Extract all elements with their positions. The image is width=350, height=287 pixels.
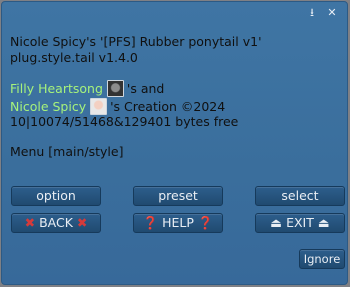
credits-line-1: Filly Heartsong 's and [10, 80, 164, 97]
question-icon: ❓ [197, 215, 214, 230]
credits-suffix-1: 's and [126, 81, 165, 96]
help-label: HELP [162, 215, 194, 230]
avatar-icon [90, 98, 108, 115]
dialog-title-line: Nicole Spicy's '[PFS] Rubber ponytail v1… [10, 34, 262, 49]
x-icon: ✖ [24, 215, 36, 230]
close-icon[interactable]: ✕ [325, 6, 339, 20]
back-button[interactable]: ✖ BACK ✖ [11, 213, 101, 233]
author-link-filly[interactable]: Filly Heartsong [10, 81, 103, 96]
script-dialog: ⭳ ✕ Nicole Spicy's '[PFS] Rubber ponytai… [1, 1, 348, 285]
credits-suffix-2: 's Creation ©2024 [110, 99, 226, 114]
memory-status: 10|10074/51468&129401 bytes free [10, 114, 239, 129]
exit-label: EXIT [286, 215, 314, 230]
menu-path: Menu [main/style] [10, 144, 124, 159]
credits-line-2: Nicole Spicy 's Creation ©2024 [10, 98, 225, 115]
exit-button[interactable]: ⏏ EXIT ⏏ [255, 213, 345, 233]
download-icon[interactable]: ⭳ [305, 6, 319, 20]
preset-button[interactable]: preset [133, 186, 223, 206]
select-button[interactable]: select [255, 186, 345, 206]
ignore-button[interactable]: Ignore [299, 249, 345, 269]
x-icon: ✖ [76, 215, 88, 230]
option-button[interactable]: option [11, 186, 101, 206]
question-icon: ❓ [142, 215, 159, 230]
author-link-nicole[interactable]: Nicole Spicy [10, 99, 86, 114]
eject-icon: ⏏ [317, 215, 330, 230]
window-controls: ⭳ ✕ [305, 6, 339, 20]
eject-icon: ⏏ [270, 215, 283, 230]
back-label: BACK [39, 215, 73, 230]
plugin-version-line: plug.style.tail v1.4.0 [10, 50, 138, 65]
avatar-icon [106, 80, 124, 97]
help-button[interactable]: ❓ HELP ❓ [133, 213, 223, 233]
